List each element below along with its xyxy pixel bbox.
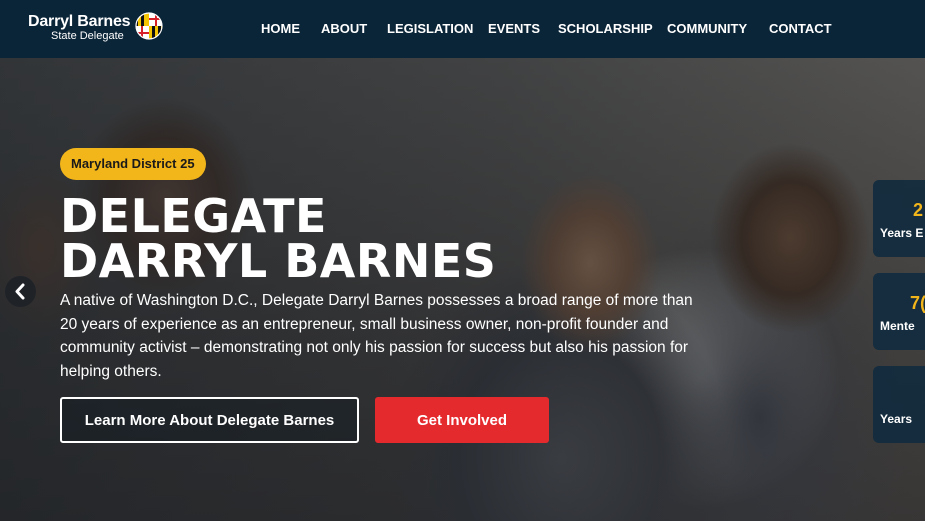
get-involved-button[interactable]: Get Involved [375, 397, 549, 443]
district-badge: Maryland District 25 [60, 148, 206, 180]
hero-description: A native of Washington D.C., Delegate Da… [60, 292, 693, 380]
nav-legislation[interactable]: LEGISLATION [387, 21, 473, 36]
stat-label: Years E [880, 226, 924, 240]
nav-home[interactable]: HOME [261, 21, 300, 36]
nav-about[interactable]: ABOUT [321, 21, 367, 36]
hero-banner: Maryland District 25 DELEGATE DARRYL BAR… [0, 58, 925, 521]
logo-name: Darryl Barnes [28, 13, 131, 30]
stat-card-mentees: 7( Mente [873, 273, 925, 350]
stat-label: Mente [880, 319, 915, 333]
stat-label: Years [880, 412, 913, 426]
nav-community[interactable]: COMMUNITY [667, 21, 747, 36]
nav-contact[interactable]: CONTACT [769, 21, 832, 36]
site-logo[interactable]: Darryl Barnes State Delegate [28, 12, 168, 46]
stat-card-years-2: Years [873, 366, 925, 443]
navbar: Darryl Barnes State Delegate HOME ABOUT … [0, 0, 925, 58]
learn-more-button[interactable]: Learn More About Delegate Barnes [60, 397, 359, 443]
carousel-prev-button[interactable] [5, 276, 36, 307]
stat-number: 7( [909, 293, 925, 313]
chevron-left-icon [15, 283, 25, 300]
stat-number: 2 [912, 200, 923, 220]
hero-title: DELEGATE DARRYL BARNES [60, 189, 520, 288]
stat-card-years: 2 Years E [873, 180, 925, 257]
maryland-flag-icon [135, 12, 163, 40]
nav-events[interactable]: EVENTS [488, 21, 540, 36]
hero-title-line2: DARRYL BARNES [60, 234, 497, 288]
nav-scholarship[interactable]: SCHOLARSHIP [558, 21, 653, 36]
logo-subtitle: State Delegate [51, 30, 124, 42]
hero-title-line1: DELEGATE [60, 189, 327, 243]
